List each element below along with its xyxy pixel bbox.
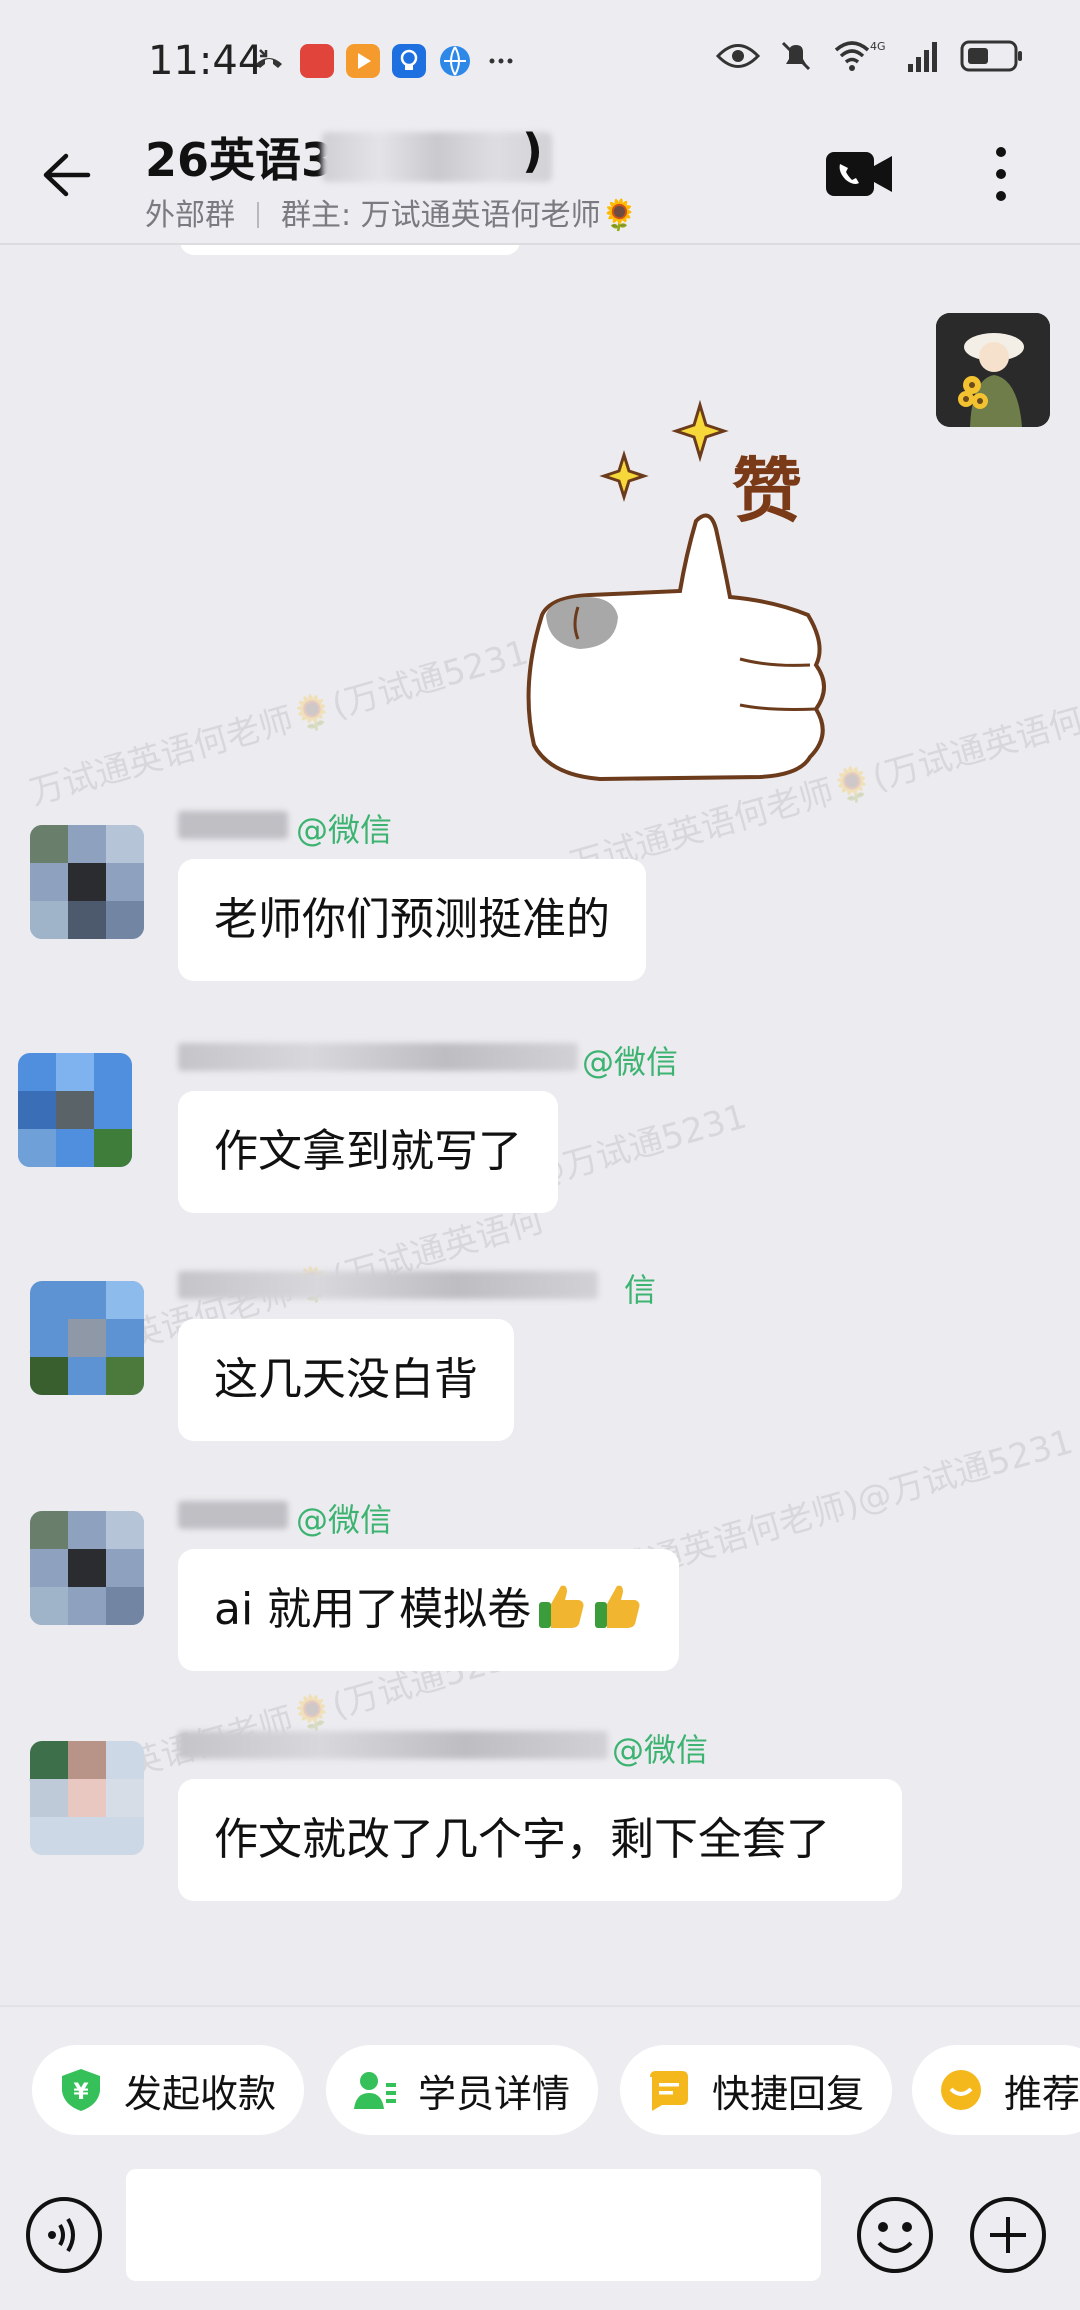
chat-header: 26英语3 ) 外部群 群主: 万试通英语何老师🌻 <box>0 110 1080 245</box>
message-text: ai 就用了模拟卷 <box>214 1584 532 1635</box>
more-notifications-icon <box>489 58 513 64</box>
status-bar: 11:44 4G <box>0 0 1080 110</box>
chip-label: 发起收款 <box>124 2071 277 2116</box>
pixelated-avatar-icon <box>30 1741 144 1855</box>
sender-name-redaction <box>178 1731 608 1759</box>
sender-avatar[interactable] <box>18 1053 132 1167</box>
pixelated-avatar-icon <box>30 825 144 939</box>
previous-message-bubble[interactable] <box>180 245 520 255</box>
chip-label: 推荐 <box>1004 2071 1080 2116</box>
voice-input-icon[interactable] <box>24 2195 104 2275</box>
message-bubble[interactable]: 作文拿到就写了 <box>178 1091 558 1213</box>
pixelated-avatar-icon <box>30 1281 144 1395</box>
message-bubble[interactable]: ai 就用了模拟卷 <box>178 1549 680 1671</box>
sticker-text: 赞 <box>732 450 802 532</box>
sender-avatar[interactable] <box>30 825 144 939</box>
start-payment-chip[interactable]: ¥ 发起收款 <box>32 2045 305 2135</box>
sender-name-redaction <box>178 811 288 839</box>
thumbs-up-emoji-icon <box>539 1585 584 1628</box>
sender-name: @微信 <box>178 1497 698 1539</box>
group-subtitle: 外部群 群主: 万试通英语何老师🌻 <box>145 190 638 234</box>
input-bar <box>0 2165 1080 2310</box>
bulb-app-icon <box>392 44 426 78</box>
sender-name: @微信 <box>178 1039 698 1081</box>
sender-name: @微信 <box>178 1727 738 1769</box>
my-avatar[interactable] <box>936 313 1050 427</box>
eye-comfort-icon <box>716 44 760 68</box>
avatar-illustration-icon <box>936 313 1050 427</box>
battery-icon <box>960 40 1022 72</box>
sender-name-redaction <box>178 1043 578 1071</box>
sender-source-tag: @微信 <box>612 1731 709 1769</box>
more-options-icon[interactable] <box>986 142 1016 206</box>
back-arrow-icon[interactable] <box>38 148 92 202</box>
title-redaction <box>322 132 552 182</box>
sender-source-tag: 信 <box>624 1271 657 1309</box>
missed-call-icon <box>256 49 282 68</box>
sender-name: 信 <box>178 1267 698 1309</box>
quick-reply-icon <box>650 2071 688 2111</box>
svg-text:¥: ¥ <box>73 2080 89 2105</box>
plus-icon[interactable] <box>968 2195 1048 2275</box>
video-call-icon[interactable] <box>826 150 892 198</box>
video-app-icon <box>346 44 380 78</box>
student-icon <box>354 2072 396 2109</box>
group-type-label: 外部群 <box>145 198 235 233</box>
sender-name-redaction <box>178 1501 288 1529</box>
quick-reply-chip[interactable]: 快捷回复 <box>620 2045 893 2135</box>
chip-label: 学员详情 <box>418 2071 571 2116</box>
sender-source-tag: @微信 <box>582 1043 679 1081</box>
mute-bell-icon <box>781 41 811 71</box>
message-bubble[interactable]: 作文就改了几个字，剩下全套了 <box>178 1779 902 1901</box>
sender-source-tag: @微信 <box>296 811 393 849</box>
watermark: 万试通英语何老师🌻(万试通5231 <box>25 632 533 814</box>
sender-avatar[interactable] <box>30 1281 144 1395</box>
student-details-chip[interactable]: 学员详情 <box>326 2045 599 2135</box>
subtitle-divider <box>257 202 259 228</box>
recommend-chip[interactable]: 推荐 <box>912 2045 1080 2135</box>
signal-icon <box>908 42 937 72</box>
group-title-suffix: ) <box>522 124 544 178</box>
message-input[interactable] <box>126 2169 821 2281</box>
group-title-text: 26英语3 <box>145 133 334 187</box>
message-bubble[interactable]: 老师你们预测挺准的 <box>178 859 646 981</box>
emoji-icon[interactable] <box>855 2195 935 2275</box>
sender-name-redaction <box>178 1271 598 1299</box>
huawei-app-icon <box>300 44 334 78</box>
network-type-label: 4G <box>870 40 886 53</box>
sender-avatar[interactable] <box>30 1511 144 1625</box>
group-owner-label: 群主: 万试通英语何老师🌻 <box>281 198 638 233</box>
status-time: 11:44 <box>148 38 264 84</box>
wifi-icon: 4G <box>834 40 886 71</box>
chat-area[interactable]: 万试通英语何老师🌻(万试通5231 万试通英语何老师🌻(万试通英语何 师)@万试… <box>0 245 1080 2005</box>
thumbs-up-emoji-icon <box>595 1585 640 1628</box>
quick-actions-bar[interactable]: ¥ 发起收款 学员详情 快捷回复 推荐 <box>0 2005 1080 2165</box>
pixelated-avatar-icon <box>18 1053 132 1167</box>
sender-avatar[interactable] <box>30 1741 144 1855</box>
sender-source-tag: @微信 <box>296 1501 393 1539</box>
sender-name: @微信 <box>178 807 698 849</box>
status-right-group: 4G <box>716 38 1024 74</box>
chip-label: 快捷回复 <box>712 2071 865 2116</box>
pixelated-avatar-icon <box>30 1511 144 1625</box>
browser-app-icon <box>440 46 470 76</box>
payment-shield-icon: ¥ <box>62 2069 100 2111</box>
recommend-icon <box>941 2070 981 2110</box>
group-title: 26英语3 <box>145 124 333 190</box>
message-bubble[interactable]: 这几天没白背 <box>178 1319 514 1441</box>
